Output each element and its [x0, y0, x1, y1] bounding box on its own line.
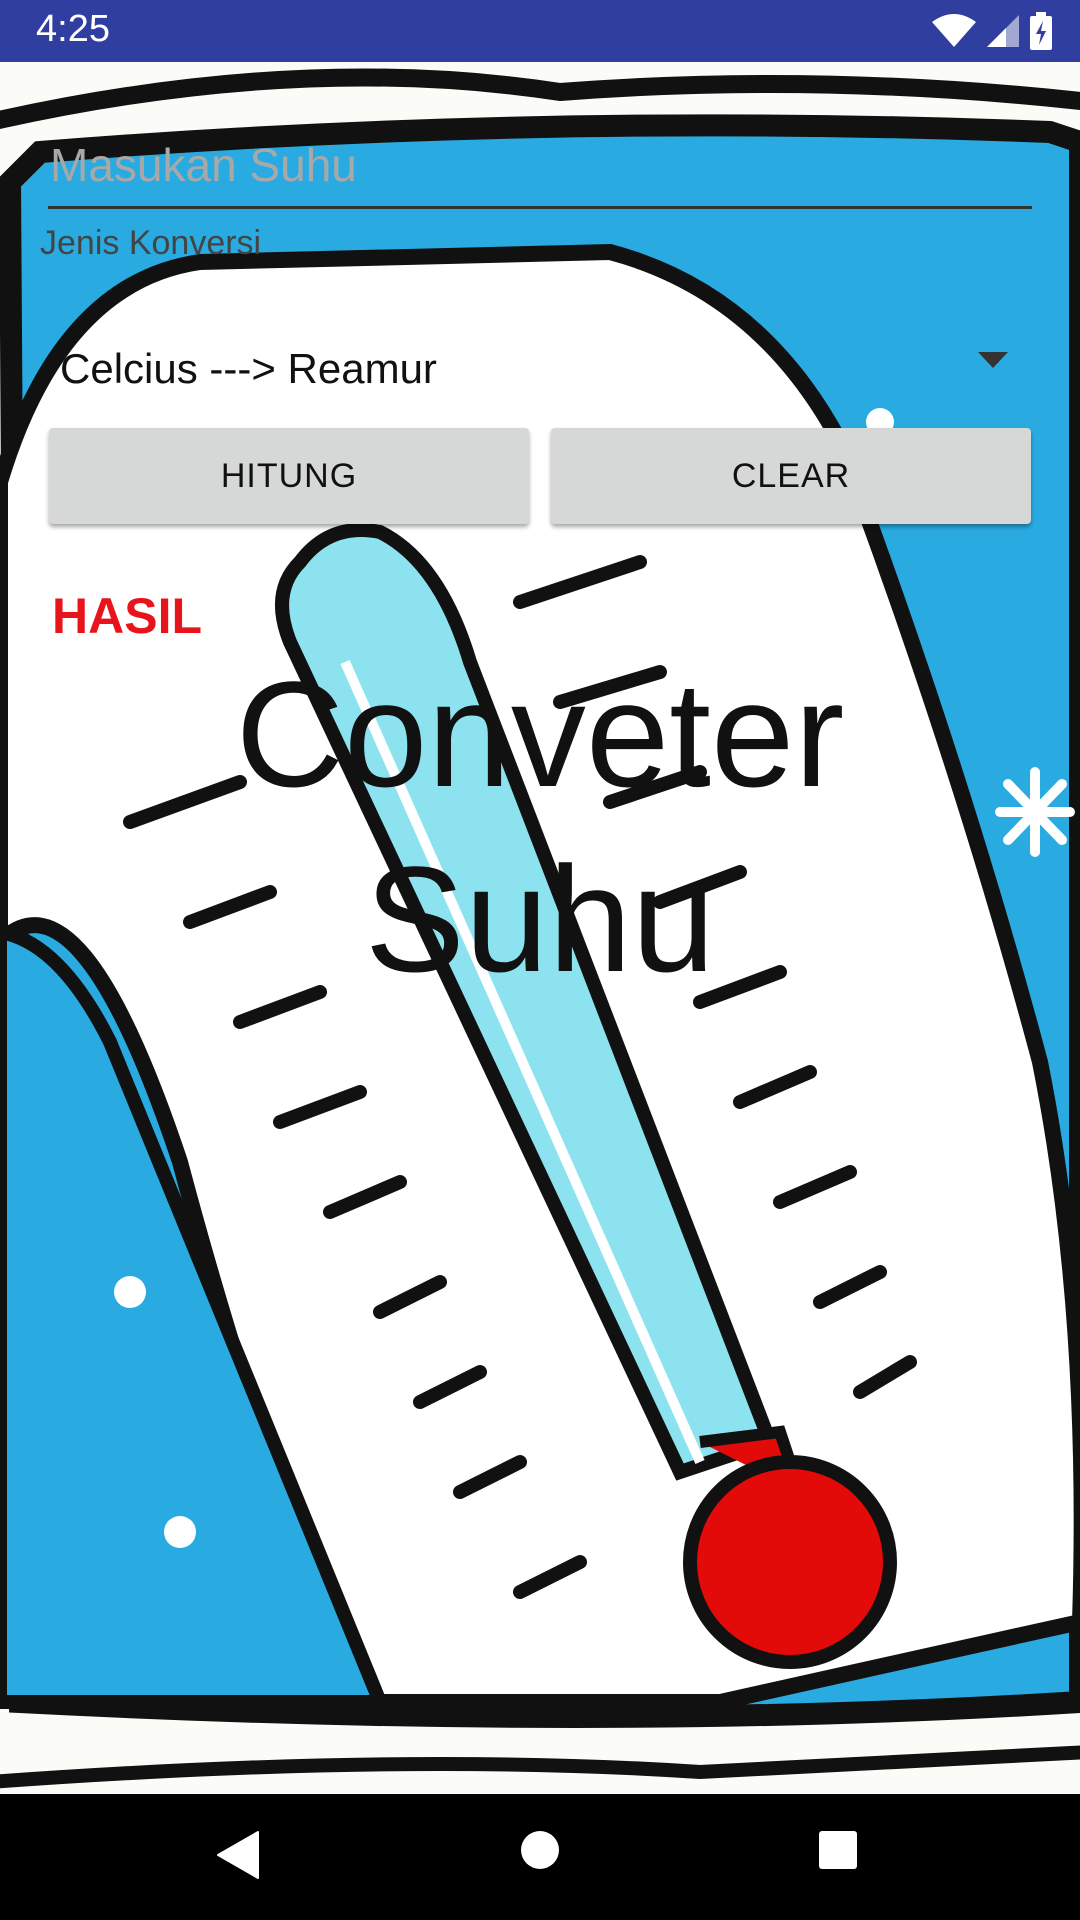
app-title-line2: Suhu: [364, 835, 716, 1003]
app-screen: 4:25 Masukan Suhu Jenis Konversi Celcius…: [0, 0, 1080, 1920]
wifi-icon: [932, 14, 976, 48]
back-icon[interactable]: [216, 1830, 260, 1885]
spinner-selected-value: Celcius ---> Reamur: [60, 345, 437, 392]
navigation-bar: [0, 1794, 1080, 1920]
home-icon[interactable]: [520, 1830, 560, 1875]
app-title-line1: Conveter: [235, 650, 845, 818]
status-bar: 4:25: [0, 0, 1080, 62]
status-icons: [932, 10, 1052, 52]
dropdown-arrow-icon: [978, 352, 1008, 373]
hasil-label: HASIL: [52, 588, 202, 644]
app-title: Conveter Suhu: [0, 642, 1080, 1012]
clear-button[interactable]: CLEAR: [551, 428, 1031, 524]
converter-form: Jenis Konversi Celcius ---> Reamur HITUN…: [0, 62, 1080, 1794]
jenis-konversi-label: Jenis Konversi: [40, 224, 262, 262]
cell-signal-icon: [986, 14, 1020, 48]
status-time: 4:25: [36, 8, 110, 50]
battery-charging-icon: [1030, 12, 1052, 50]
recents-icon[interactable]: [818, 1830, 858, 1875]
konversi-spinner[interactable]: Celcius ---> Reamur: [48, 324, 1008, 414]
hitung-button[interactable]: HITUNG: [49, 428, 529, 524]
suhu-input[interactable]: [48, 130, 1032, 209]
